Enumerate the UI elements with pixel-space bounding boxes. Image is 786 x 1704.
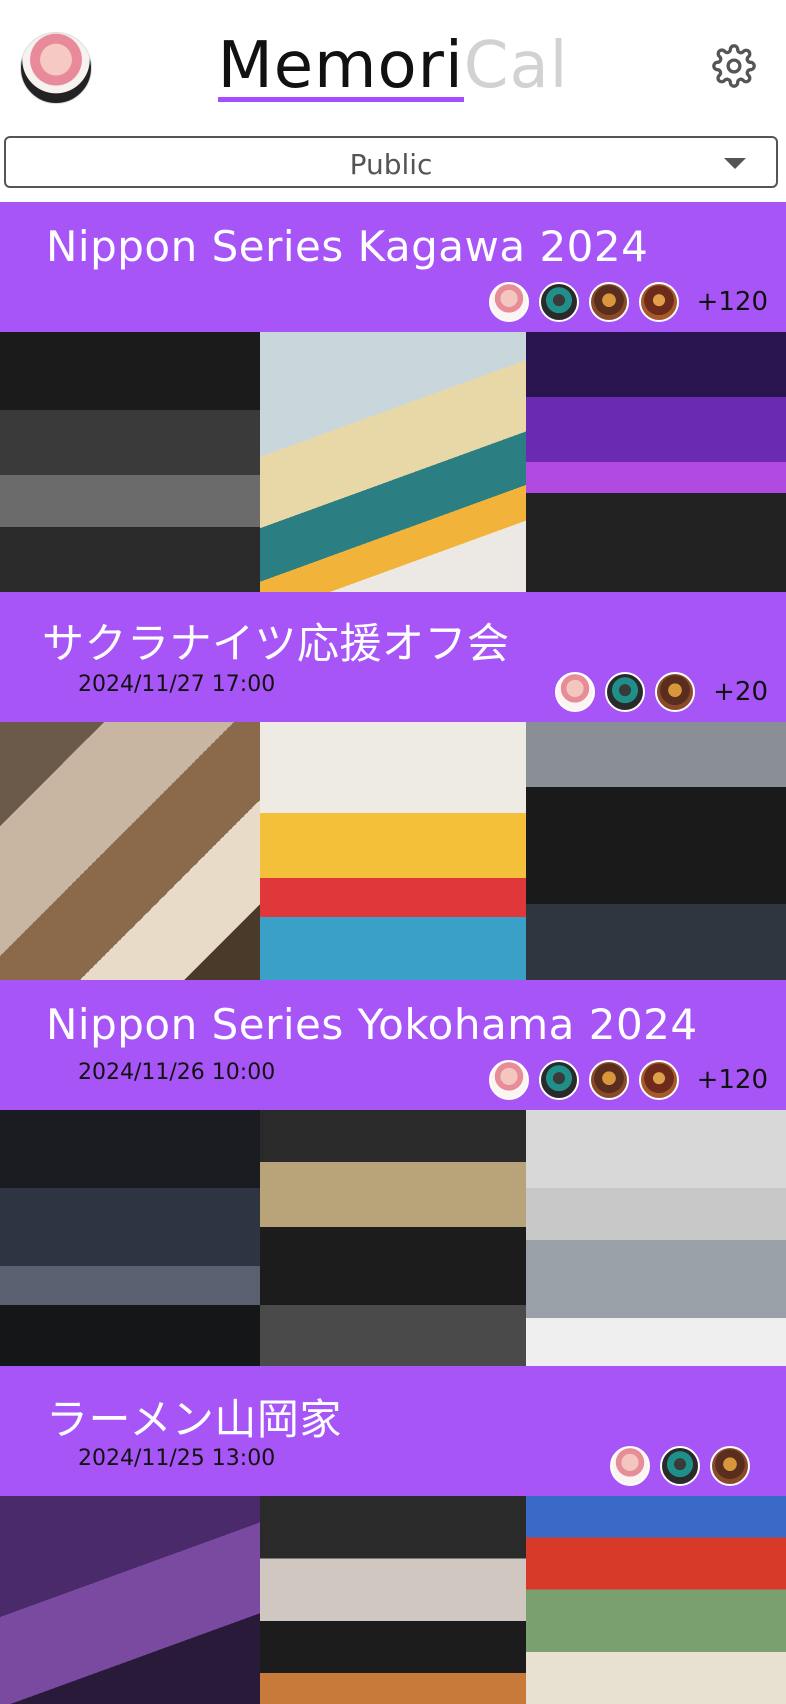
- attendee-avatar: [660, 1446, 700, 1486]
- event-photo[interactable]: [526, 332, 786, 592]
- attendee-avatar: [655, 672, 696, 712]
- event-photo[interactable]: [260, 1110, 526, 1370]
- event-photo[interactable]: [526, 1496, 786, 1704]
- attendee-list[interactable]: +120: [479, 1058, 768, 1102]
- attendee-more-count: +20: [713, 677, 768, 707]
- event-photos: [0, 722, 786, 982]
- event-photo[interactable]: [526, 1110, 786, 1370]
- event-photos: [0, 1110, 786, 1370]
- event-photo[interactable]: [0, 722, 260, 982]
- event-card[interactable]: ラーメン山岡家 2024/11/25 13:00: [0, 1366, 786, 1704]
- attendee-avatar: [638, 1060, 679, 1100]
- attendee-more-count: +120: [696, 287, 768, 317]
- event-card[interactable]: Nippon Series Yokohama 2024 2024/11/26 1…: [0, 980, 786, 1370]
- attendee-list[interactable]: +120: [479, 280, 768, 324]
- app-header: MemoriCal: [0, 0, 786, 130]
- event-photos: [0, 1496, 786, 1704]
- event-title: ラーメン山岡家: [46, 1395, 342, 1444]
- attendee-avatar: [605, 672, 646, 712]
- event-card[interactable]: Nippon Series Kagawa 2024 +120: [0, 202, 786, 592]
- event-photo[interactable]: [0, 1110, 260, 1370]
- event-title: Nippon Series Yokohama 2024: [46, 1000, 698, 1049]
- attendee-avatar: [588, 1060, 629, 1100]
- attendee-avatar: [488, 1060, 529, 1100]
- event-photo[interactable]: [260, 1496, 526, 1704]
- attendee-avatar: [555, 672, 596, 712]
- chevron-down-icon: [724, 158, 746, 169]
- visibility-select[interactable]: Public: [4, 136, 778, 188]
- event-date: 2024/11/25 13:00: [78, 1446, 276, 1471]
- event-photo[interactable]: [0, 1496, 260, 1704]
- attendee-avatar: [638, 282, 679, 322]
- event-card[interactable]: サクラナイツ応援オフ会 2024/11/27 17:00 +20: [0, 592, 786, 982]
- event-title: サクラナイツ応援オフ会: [42, 619, 510, 668]
- event-date: 2024/11/27 17:00: [78, 672, 276, 697]
- attendee-list[interactable]: +20: [545, 670, 768, 714]
- event-header: Nippon Series Kagawa 2024 +120: [0, 202, 786, 332]
- attendee-avatar: [610, 1446, 650, 1486]
- attendee-avatar: [538, 282, 579, 322]
- attendee-list[interactable]: [600, 1444, 768, 1488]
- attendee-avatar: [710, 1446, 750, 1486]
- attendee-more-count: +120: [696, 1065, 768, 1095]
- app-logo: MemoriCal: [0, 32, 786, 102]
- event-header: サクラナイツ応援オフ会 2024/11/27 17:00 +20: [0, 592, 786, 722]
- event-date: 2024/11/26 10:00: [78, 1060, 276, 1085]
- event-photo[interactable]: [526, 722, 786, 982]
- event-header: ラーメン山岡家 2024/11/25 13:00: [0, 1366, 786, 1496]
- logo-word-cal: Cal: [463, 29, 569, 103]
- event-photo[interactable]: [260, 722, 526, 982]
- event-photos: [0, 332, 786, 592]
- logo-word-memori: Memori: [217, 29, 464, 103]
- visibility-select-value: Public: [349, 148, 433, 181]
- event-photo[interactable]: [260, 332, 526, 592]
- event-photo[interactable]: [0, 332, 260, 592]
- attendee-avatar: [488, 282, 529, 322]
- gear-icon[interactable]: [712, 44, 756, 88]
- event-header: Nippon Series Yokohama 2024 2024/11/26 1…: [0, 980, 786, 1110]
- attendee-avatar: [538, 1060, 579, 1100]
- event-title: Nippon Series Kagawa 2024: [46, 222, 649, 271]
- attendee-avatar: [588, 282, 629, 322]
